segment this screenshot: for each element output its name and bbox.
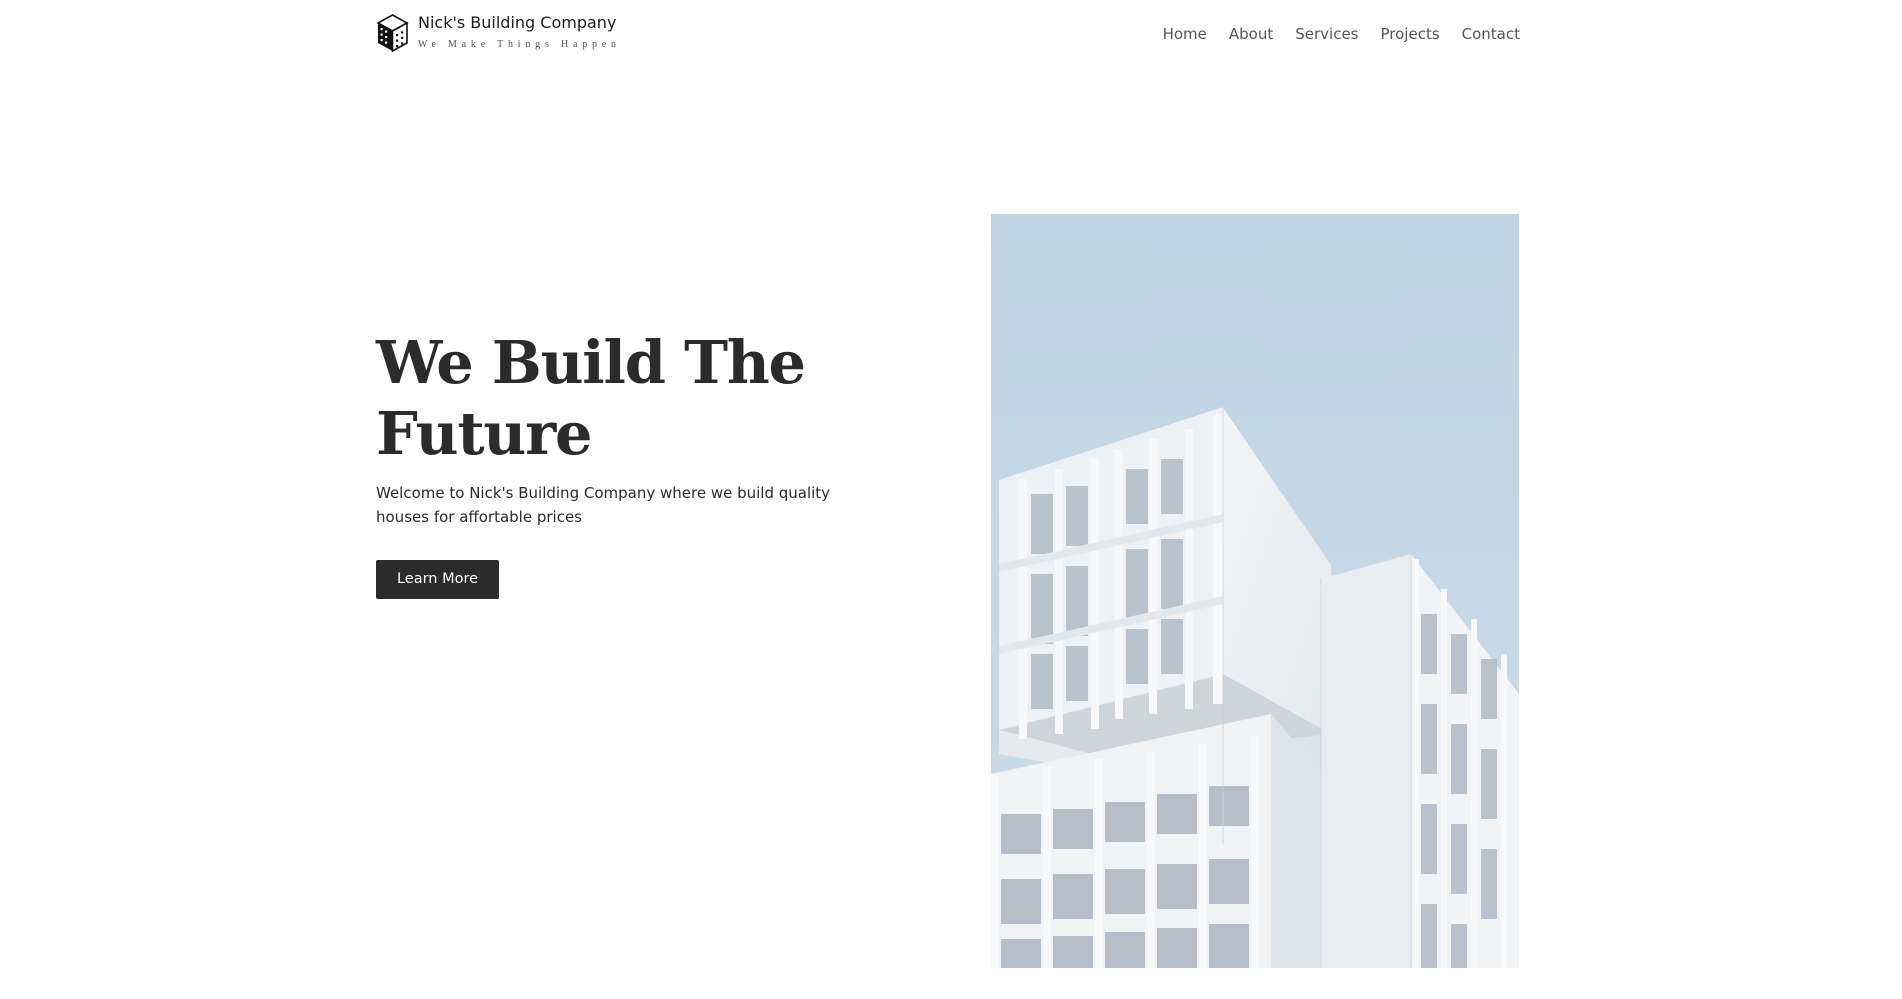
nav-link-contact[interactable]: Contact <box>1462 24 1520 44</box>
nav-link-projects[interactable]: Projects <box>1381 24 1440 44</box>
building-illustration <box>991 214 1519 968</box>
nav-link-about[interactable]: About <box>1229 24 1273 44</box>
brand-name: Nick's Building Company <box>418 13 617 32</box>
nav-link-services[interactable]: Services <box>1295 24 1358 44</box>
hero-image <box>991 214 1519 968</box>
hero-subtitle: Welcome to Nick's Building Company where… <box>376 484 831 526</box>
landing-page: Nick's Building Company We Make Things H… <box>0 0 1902 999</box>
nav-link-home[interactable]: Home <box>1163 24 1207 44</box>
hero-title: We Build The Future <box>376 328 806 468</box>
brand-tagline: We Make Things Happen <box>418 39 621 50</box>
brand[interactable]: Nick's Building Company We Make Things H… <box>376 14 621 52</box>
building-cube-icon <box>376 14 409 52</box>
brand-text: Nick's Building Company We Make Things H… <box>418 14 621 51</box>
main-nav: Home About Services Projects Contact <box>1163 24 1520 44</box>
learn-more-button[interactable]: Learn More <box>376 560 499 599</box>
